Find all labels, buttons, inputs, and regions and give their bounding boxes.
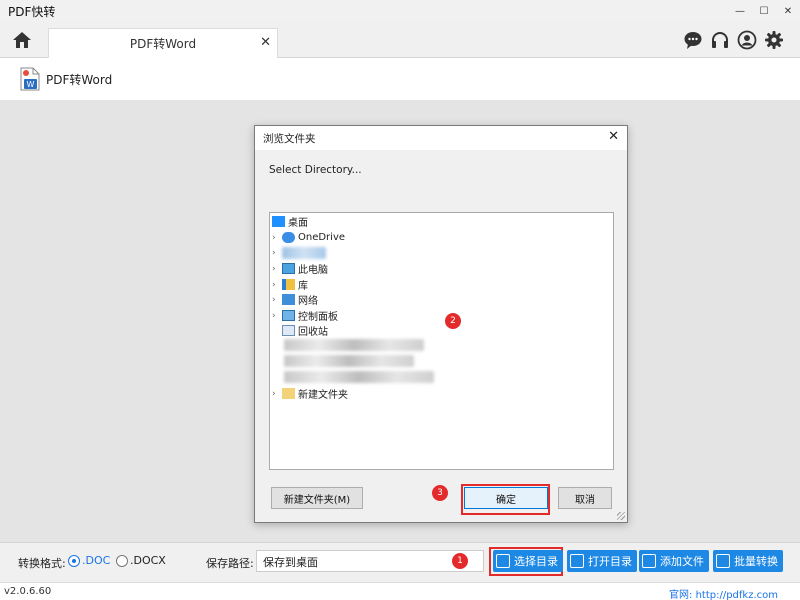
chat-icon[interactable]: [683, 30, 703, 50]
network-icon: [282, 294, 295, 305]
radio-selected-icon: [68, 554, 80, 567]
status-bar: v2.0.6.60 官网: http://pdfkz.com: [0, 582, 800, 600]
expand-arrow-icon[interactable]: ›: [272, 389, 282, 399]
tree-item-label: 回收站: [298, 327, 328, 338]
tree-item-label: OneDrive: [298, 232, 346, 243]
feature-title: PDF转Word: [46, 72, 113, 87]
open-directory-button[interactable]: 打开目录: [567, 550, 637, 572]
annotation-badge-3: 3: [432, 485, 448, 501]
annotation-highlight-ok: [461, 484, 550, 515]
add-icon: [642, 554, 656, 568]
gear-icon[interactable]: [764, 30, 784, 50]
dialog-close-icon[interactable]: ✕: [608, 129, 619, 144]
library-icon: [282, 279, 295, 290]
radio-unselected-icon: [116, 554, 128, 567]
tree-item-this-pc[interactable]: › 此电脑: [272, 261, 328, 276]
control-panel-icon: [282, 310, 295, 321]
format-label: 转换格式:: [18, 557, 66, 570]
save-icon: [496, 554, 510, 568]
choose-directory-button[interactable]: 选择目录: [493, 550, 563, 572]
tree-item-onedrive[interactable]: › OneDrive: [272, 230, 345, 245]
feature-header: W PDF转Word: [0, 58, 800, 100]
app-title: PDF快转: [8, 4, 56, 19]
expand-arrow-icon[interactable]: ›: [272, 233, 282, 243]
open-directory-label: 打开目录: [588, 555, 632, 568]
word-file-icon: W: [20, 67, 40, 91]
tree-item-user[interactable]: ›: [272, 245, 326, 260]
tree-item-label: 桌面: [288, 218, 308, 229]
website-link[interactable]: 官网: http://pdfkz.com: [669, 586, 778, 600]
convert-icon: [716, 554, 730, 568]
expand-arrow-icon[interactable]: ›: [272, 295, 282, 305]
tree-item-label: 控制面板: [298, 312, 338, 323]
computer-icon: [282, 263, 295, 274]
recycle-bin-icon: [282, 325, 295, 336]
tree-item-library[interactable]: › 库: [272, 277, 308, 292]
dialog-title: 浏览文件夹: [263, 132, 316, 145]
tree-item-network[interactable]: › 网络: [272, 292, 318, 307]
bottom-bar: 转换格式: .DOC .DOCX 保存路径: 保存到桌面 1 选择目录 打开目录…: [0, 542, 800, 582]
home-icon[interactable]: [12, 30, 32, 50]
tree-item-label: 此电脑: [298, 265, 328, 276]
cloud-icon: [282, 232, 295, 243]
redacted-user-folder: [282, 246, 326, 259]
tab-bar: PDF转Word ✕: [0, 22, 800, 58]
tree-item-desktop[interactable]: 桌面: [272, 214, 308, 229]
format-radio-doc[interactable]: .DOC: [68, 554, 110, 567]
redacted-folder-1: [284, 339, 424, 351]
toolbar-icons: [683, 30, 784, 50]
save-path-input[interactable]: 保存到桌面: [256, 550, 484, 572]
folder-open-icon: [570, 554, 584, 568]
save-path-label: 保存路径:: [206, 557, 254, 570]
add-file-button[interactable]: 添加文件: [639, 550, 709, 572]
tree-item-new-folder[interactable]: › 新建文件夹: [272, 386, 348, 401]
redacted-folder-3: [284, 371, 434, 383]
window-controls: — ☐ ✕: [728, 0, 800, 22]
tab-close-icon[interactable]: ✕: [260, 35, 271, 50]
headset-icon[interactable]: [710, 30, 730, 50]
choose-directory-label: 选择目录: [514, 555, 558, 568]
annotation-badge-1: 1: [452, 553, 468, 569]
resize-grip[interactable]: [617, 512, 625, 520]
redacted-folder-2: [284, 355, 414, 367]
close-window-button[interactable]: ✕: [776, 0, 800, 22]
version-text: v2.0.6.60: [4, 586, 52, 597]
folder-tree[interactable]: 桌面 › OneDrive › › 此电脑 › 库 › 网络 › 控制面板 回收…: [269, 212, 614, 470]
dialog-title-bar: 浏览文件夹 ✕: [255, 126, 627, 150]
tree-item-label: 网络: [298, 296, 318, 307]
dialog-prompt: Select Directory...: [269, 164, 362, 176]
tab-label: PDF转Word: [129, 37, 197, 51]
folder-icon: [282, 388, 295, 399]
expand-arrow-icon[interactable]: ›: [272, 264, 282, 274]
format-radio-docx[interactable]: .DOCX: [116, 554, 166, 567]
user-icon[interactable]: [737, 30, 757, 50]
batch-convert-button[interactable]: 批量转换: [713, 550, 783, 572]
format-doc-label: .DOC: [82, 554, 111, 567]
format-docx-label: .DOCX: [130, 554, 166, 567]
batch-convert-label: 批量转换: [734, 555, 778, 568]
tree-item-control-panel[interactable]: › 控制面板: [272, 308, 338, 323]
new-folder-button[interactable]: 新建文件夹(M): [271, 487, 363, 509]
add-file-label: 添加文件: [660, 555, 704, 568]
tab-pdf-to-word[interactable]: PDF转Word ✕: [48, 28, 278, 58]
cancel-button[interactable]: 取消: [558, 487, 612, 509]
tree-item-label: 新建文件夹: [298, 390, 348, 401]
tree-item-label: 库: [298, 281, 308, 292]
browse-folder-dialog: 浏览文件夹 ✕ Select Directory... 桌面 › OneDriv…: [254, 125, 628, 523]
title-bar: PDF快转 — ☐ ✕: [0, 0, 800, 22]
expand-arrow-icon[interactable]: ›: [272, 280, 282, 290]
expand-arrow-icon[interactable]: ›: [272, 248, 282, 258]
svg-text:W: W: [27, 80, 35, 89]
minimize-button[interactable]: —: [728, 0, 752, 22]
desktop-folder-icon: [272, 216, 285, 227]
maximize-button[interactable]: ☐: [752, 0, 776, 22]
expand-arrow-icon[interactable]: ›: [272, 311, 282, 321]
tree-item-recycle-bin[interactable]: 回收站: [282, 323, 328, 338]
annotation-badge-2: 2: [445, 313, 461, 329]
